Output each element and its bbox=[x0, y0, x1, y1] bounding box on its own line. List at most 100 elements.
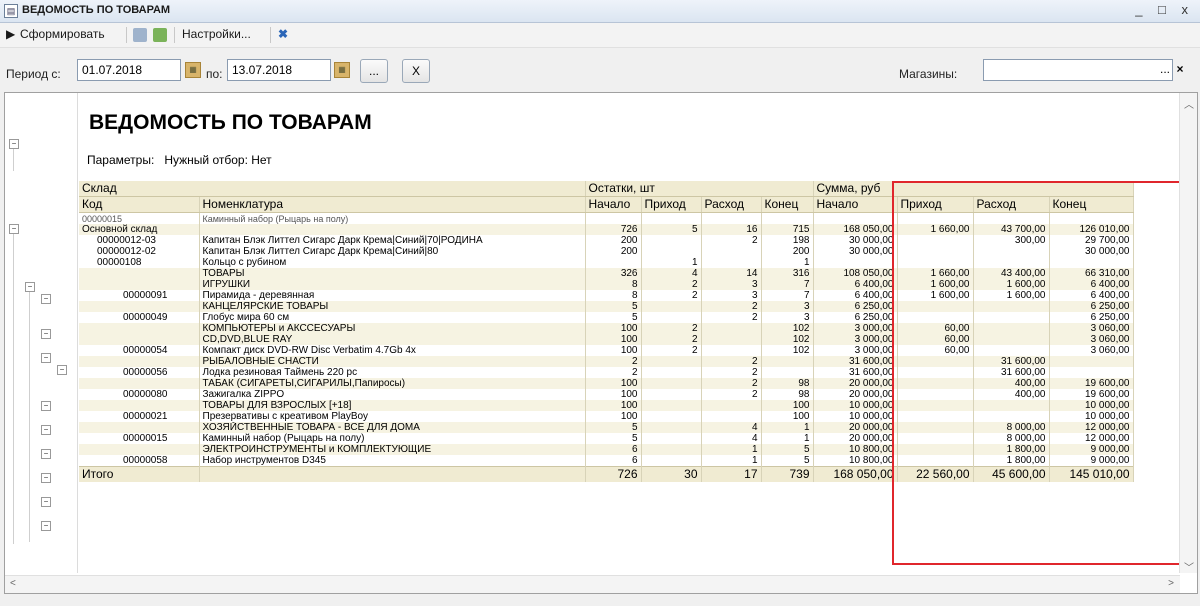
collapse-toggle-icon[interactable]: − bbox=[57, 365, 67, 375]
table-row[interactable]: 00000049 Глобус мира 60 см 5 2 3 6 250,00 6 25… bbox=[79, 312, 1134, 323]
cell-s-start: 31 600,00 bbox=[813, 367, 898, 378]
cell-code bbox=[79, 444, 200, 455]
report-sheet[interactable]: − − − − − − − − − − − − − ВЕДОМОСТЬ ПО Т… bbox=[4, 92, 1198, 594]
collapse-toggle-icon[interactable]: − bbox=[41, 353, 51, 363]
close-report-icon[interactable]: ✖ bbox=[278, 27, 288, 41]
table-row[interactable]: CD,DVD,BLUE RAY 100 2 102 3 000,00 60,00 3 060… bbox=[79, 334, 1134, 345]
table-row[interactable]: 00000056 Лодка резиновая Таймень 220 рс 2 2… bbox=[79, 367, 1134, 378]
cell-s-start: 6 400,00 bbox=[813, 279, 898, 290]
table-row[interactable]: РЫБАЛОВНЫЕ СНАСТИ 2 2 31 600,00 31 600,00 bbox=[79, 356, 1134, 367]
table-row[interactable]: ЭЛЕКТРОИНСТРУМЕНТЫ и КОМПЛЕКТУЮЩИЕ 6 1 5 10 … bbox=[79, 444, 1134, 455]
cell-s-start: 20 000,00 bbox=[813, 389, 898, 400]
period-to-input[interactable] bbox=[227, 59, 331, 81]
cell-name: Капитан Блэк Литтел Сигарс Дарк Крема|Си… bbox=[199, 246, 586, 257]
scroll-up-icon[interactable]: ︿ bbox=[1184, 96, 1194, 111]
cell-s-out: 1 800,00 bbox=[973, 444, 1050, 455]
cell-s-end: 66 310,00 bbox=[1049, 268, 1134, 279]
export-icon[interactable] bbox=[153, 28, 167, 42]
table-row[interactable]: ТОВАРЫ 326 4 14 316 108 050,00 1 660,00 43 400,… bbox=[79, 268, 1134, 279]
cell-b-out: 3 bbox=[701, 279, 762, 290]
cell-code bbox=[79, 400, 200, 411]
collapse-toggle-icon[interactable]: − bbox=[41, 449, 51, 459]
period-select-button[interactable]: ... bbox=[360, 59, 388, 83]
cell-b-end: 5 bbox=[761, 455, 814, 467]
table-row[interactable]: 00000091 Пирамида - деревянная 8 2 3 7 6 400,0… bbox=[79, 290, 1134, 301]
play-icon: ▶ bbox=[6, 27, 16, 41]
cell-b-start: 8 bbox=[585, 279, 642, 290]
tree-line bbox=[13, 149, 14, 171]
cell-s-in: 1 660,00 bbox=[897, 224, 974, 235]
cell-s-start: 10 000,00 bbox=[813, 411, 898, 422]
scroll-left-icon[interactable]: < bbox=[10, 578, 16, 589]
cell-b-in bbox=[641, 312, 702, 323]
stores-input[interactable] bbox=[983, 59, 1173, 81]
cell-b-in bbox=[641, 301, 702, 312]
collapse-toggle-icon[interactable]: − bbox=[41, 521, 51, 531]
cell-s-out: 31 600,00 bbox=[973, 367, 1050, 378]
cell-b-out: 1 bbox=[701, 444, 762, 455]
cell-b-end bbox=[761, 367, 814, 378]
table-row[interactable]: ТАБАК (СИГАРЕТЫ,СИГАРИЛЫ,Папиросы) 100 2 98… bbox=[79, 378, 1134, 389]
scroll-down-icon[interactable]: ﹀ bbox=[1184, 559, 1194, 574]
collapse-toggle-icon[interactable]: − bbox=[41, 329, 51, 339]
table-row[interactable]: 00000012-02 Капитан Блэк Литтел Сигарс Да… bbox=[79, 246, 1134, 257]
table-row[interactable]: КОМПЬЮТЕРЫ и АКССЕСУАРЫ 100 2 102 3 000,00 60… bbox=[79, 323, 1134, 334]
table-row[interactable]: 00000021 Презервативы с креативом PlayBoy… bbox=[79, 411, 1134, 422]
window-controls[interactable]: _ □ x bbox=[1135, 2, 1194, 17]
settings-button[interactable]: Настройки... bbox=[182, 27, 251, 41]
cell-s-start: 3 000,00 bbox=[813, 345, 898, 356]
table-row[interactable]: 00000015 Каминный набор (Рыцарь на полу) 5… bbox=[79, 433, 1134, 444]
scroll-right-icon[interactable]: > bbox=[1168, 578, 1174, 589]
toolbar: ▶ Сформировать Настройки... ✖ bbox=[0, 23, 1200, 48]
collapse-toggle-icon[interactable]: − bbox=[9, 139, 19, 149]
collapse-toggle-icon[interactable]: − bbox=[9, 224, 19, 234]
grouping-tree-gutter: − − − − − − − − − − − − − bbox=[5, 93, 78, 573]
calendar-icon[interactable]: ▦ bbox=[334, 62, 350, 78]
table-row[interactable]: КАНЦЕЛЯРСКИЕ ТОВАРЫ 5 2 3 6 250,00 6 250,00 bbox=[79, 301, 1134, 312]
cell-name: Презервативы с креативом PlayBoy bbox=[199, 411, 586, 422]
cell-code bbox=[79, 378, 200, 389]
period-from-input[interactable] bbox=[77, 59, 181, 81]
period-clear-button[interactable]: X bbox=[402, 59, 430, 83]
cell-b-out: 3 bbox=[701, 290, 762, 301]
cell-s-end: 3 060,00 bbox=[1049, 345, 1134, 356]
table-row[interactable]: 00000080 Зажигалка ZIPPO 100 2 98 20 000,00 40… bbox=[79, 389, 1134, 400]
cell-b-start: 6 bbox=[585, 455, 642, 467]
table-row[interactable]: 00000054 Компакт диск DVD-RW Disc Verbati… bbox=[79, 345, 1134, 356]
cell-s-start: 30 000,00 bbox=[813, 235, 898, 246]
total-b-out: 17 bbox=[701, 466, 762, 482]
table-row[interactable]: ТОВАРЫ ДЛЯ ВЗРОСЛЫХ [+18] 100 100 10 000,00… bbox=[79, 400, 1134, 411]
cell-s-in bbox=[897, 444, 974, 455]
total-b-in: 30 bbox=[641, 466, 702, 482]
collapse-toggle-icon[interactable]: − bbox=[41, 473, 51, 483]
cell-s-in bbox=[897, 301, 974, 312]
stores-select-button[interactable]: ... bbox=[1157, 59, 1173, 81]
collapse-toggle-icon[interactable]: − bbox=[25, 282, 35, 292]
cell-s-start: 168 050,00 bbox=[813, 224, 898, 235]
cell-name bbox=[199, 224, 586, 235]
table-row[interactable]: 00000012-03 Капитан Блэк Литтел Сигарс Да… bbox=[79, 235, 1134, 246]
horizontal-scrollbar[interactable]: < > bbox=[5, 575, 1180, 593]
cell-b-in bbox=[641, 356, 702, 367]
cell-s-in: 60,00 bbox=[897, 334, 974, 345]
calendar-icon[interactable]: ▦ bbox=[185, 62, 201, 78]
collapse-toggle-icon[interactable]: − bbox=[41, 401, 51, 411]
collapse-toggle-icon[interactable]: − bbox=[41, 294, 51, 304]
collapse-toggle-icon[interactable]: − bbox=[41, 425, 51, 435]
generate-button[interactable]: Сформировать bbox=[20, 27, 105, 41]
cell-b-in bbox=[641, 455, 702, 467]
cell-b-out: 14 bbox=[701, 268, 762, 279]
table-row[interactable]: ХОЗЯЙСТВЕННЫЕ ТОВАРА - ВСЕ ДЛЯ ДОМА 5 4 1 20… bbox=[79, 422, 1134, 433]
toolbar-separator bbox=[126, 27, 127, 43]
collapse-toggle-icon[interactable]: − bbox=[41, 497, 51, 507]
stores-clear-button[interactable]: × bbox=[1173, 59, 1187, 81]
table-row[interactable]: ИГРУШКИ 8 2 3 7 6 400,00 1 600,00 1 600,00 6 400… bbox=[79, 279, 1134, 290]
table-row[interactable]: 00000058 Набор инструментов D345 6 1 5 10 800… bbox=[79, 455, 1134, 467]
vertical-scrollbar[interactable]: ︿ ﹀ bbox=[1179, 93, 1197, 574]
cell-s-start: 10 800,00 bbox=[813, 444, 898, 455]
print-icon[interactable] bbox=[133, 28, 147, 42]
table-row[interactable]: Основной склад 726 5 16 715 168 050,00 1 660,0… bbox=[79, 224, 1134, 235]
cell-s-out bbox=[973, 301, 1050, 312]
table-row[interactable]: 00000108 Кольцо с рубином 1 1 bbox=[79, 257, 1134, 268]
cell-s-end: 6 400,00 bbox=[1049, 290, 1134, 301]
